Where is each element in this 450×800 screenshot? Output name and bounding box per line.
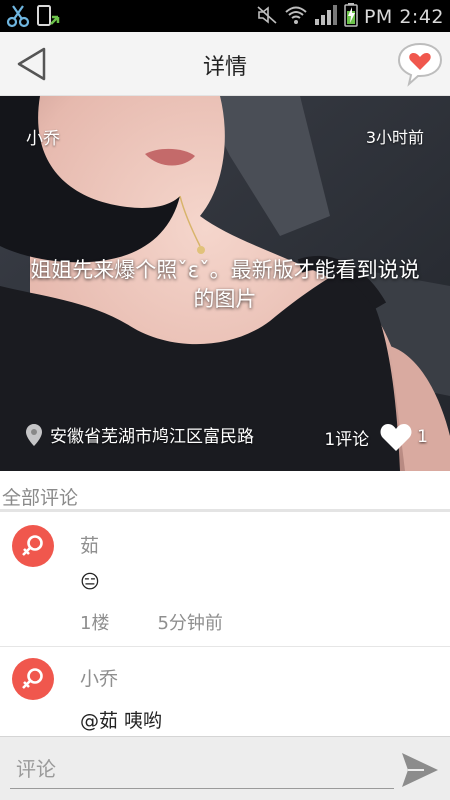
- heart-icon[interactable]: [379, 422, 413, 452]
- comments-section-title: 全部评论: [2, 487, 79, 509]
- system-icons: PM 2:42: [256, 3, 444, 31]
- comment-author[interactable]: 小乔: [80, 664, 118, 691]
- post-caption: 姐姐先来爆个照ˇεˇ。最新版才能看到说说的图片: [30, 258, 420, 311]
- location-text: 安徽省芜湖市鸠江区富民路: [50, 427, 254, 447]
- comment-time: 5分钟前: [157, 613, 223, 634]
- battery-charging-icon: [344, 3, 358, 31]
- avatar[interactable]: [12, 525, 54, 567]
- clock: PM 2:42: [363, 6, 444, 28]
- comment-text: 😑: [80, 571, 100, 593]
- send-icon: [402, 753, 438, 787]
- post-photo[interactable]: 小乔 3小时前 姐姐先来爆个照ˇεˇ。最新版才能看到说说的图片 安徽省芜湖市鸠江…: [0, 96, 450, 471]
- scissors-icon: [6, 4, 30, 32]
- comment-meta: 1楼 5分钟前: [80, 609, 223, 635]
- comment-text: @茹 咦哟: [80, 710, 163, 732]
- notification-icons: [6, 4, 60, 32]
- top-bar: 详情: [0, 32, 450, 96]
- mute-icon: [256, 4, 278, 30]
- signal-icon: [314, 4, 338, 30]
- female-gender-icon: [22, 668, 43, 689]
- comment-floor: 1楼: [80, 613, 110, 634]
- post-stats: 1评论 1: [324, 422, 428, 452]
- wifi-icon: [284, 4, 308, 30]
- female-gender-icon: [22, 535, 43, 556]
- download-notification-icon: [36, 4, 60, 32]
- send-button[interactable]: [400, 751, 440, 789]
- comment-composer: [0, 736, 450, 800]
- post-time: 3小时前: [365, 128, 424, 147]
- comment-author[interactable]: 茹: [80, 531, 99, 558]
- comment-count[interactable]: 1评论: [324, 425, 369, 450]
- post-location: 安徽省芜湖市鸠江区富民路: [24, 422, 254, 447]
- status-bar: PM 2:42: [0, 0, 450, 32]
- comment-item[interactable]: 茹 😑 1楼 5分钟前: [0, 515, 450, 647]
- favorite-button[interactable]: [396, 40, 444, 88]
- like-count: 1: [417, 427, 428, 447]
- location-pin-icon: [26, 423, 42, 446]
- comment-item[interactable]: 小乔 @茹 咦哟: [0, 648, 450, 736]
- post-author[interactable]: 小乔: [26, 124, 60, 149]
- heart-bubble-icon: [397, 42, 443, 87]
- comment-input[interactable]: [10, 749, 394, 789]
- comments-header: 全部评论: [0, 476, 450, 512]
- avatar[interactable]: [12, 658, 54, 700]
- page-title: 详情: [202, 55, 247, 80]
